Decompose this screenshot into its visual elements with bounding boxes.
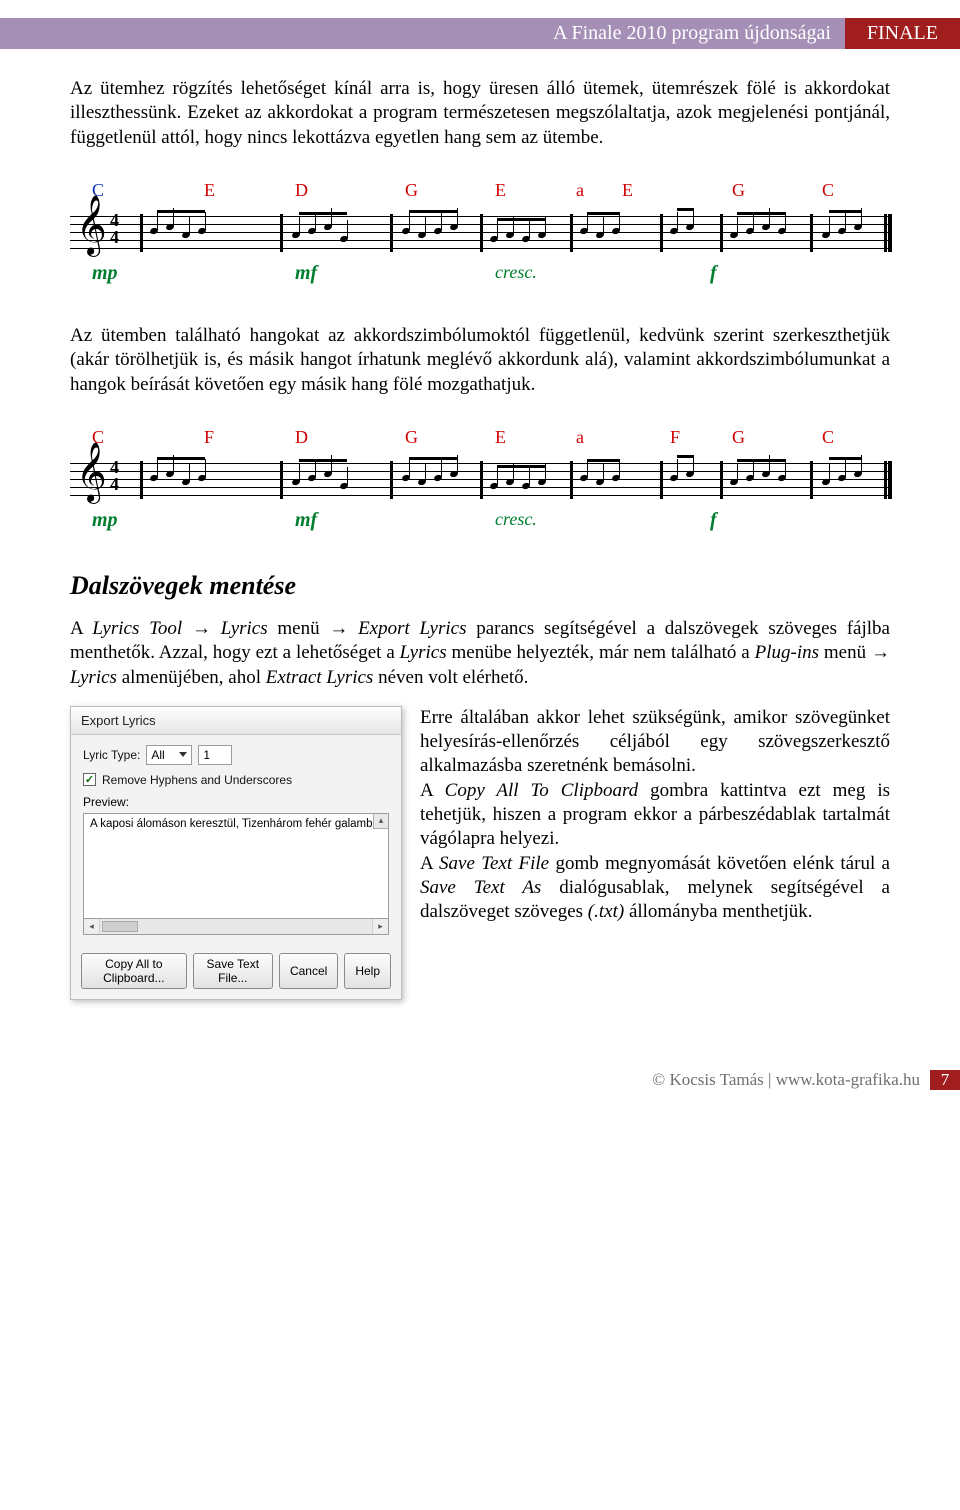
header-title: A Finale 2010 program újdonságai (0, 18, 845, 49)
chord-symbol: E (204, 180, 215, 201)
chord-symbol: E (495, 180, 506, 201)
paragraph-2: Az ütemben található hangokat az akkords… (70, 324, 890, 397)
footer-page-number: 7 (930, 1070, 960, 1090)
dynamic-marking: f (710, 262, 717, 285)
staff-2: 𝄞44 (70, 453, 890, 507)
help-button[interactable]: Help (344, 953, 391, 989)
preview-textarea[interactable]: A kaposi álomáson keresztül, Tizenhárom … (83, 813, 389, 919)
preview-text: A kaposi álomáson keresztül, Tizenhárom … (90, 818, 382, 830)
page-header: A Finale 2010 program újdonságai FINALE (0, 18, 960, 49)
dynamics-row-1: mp mf cresc. f (70, 262, 890, 286)
remove-hyphens-label: Remove Hyphens and Underscores (102, 773, 292, 787)
right-para-1: Erre általában akkor lehet szükségünk, a… (420, 706, 890, 779)
right-para-3: A Save Text File gomb megnyomását követő… (420, 852, 890, 925)
right-para-2: A Copy All To Clipboard gombra kattintva… (420, 779, 890, 852)
chord-symbol: D (295, 180, 308, 201)
dynamic-marking: cresc. (495, 509, 537, 530)
dynamic-marking: mp (92, 509, 118, 532)
lyric-number-input[interactable]: 1 (198, 745, 232, 765)
chord-symbol: F (670, 427, 680, 448)
chord-symbol: a (576, 180, 584, 201)
scroll-left-button[interactable]: ◂ (84, 919, 100, 934)
dynamic-marking: mf (295, 509, 317, 532)
cancel-button[interactable]: Cancel (279, 953, 338, 989)
chord-symbol: G (405, 427, 418, 448)
chord-symbol: a (576, 427, 584, 448)
chord-symbol: C (822, 180, 834, 201)
scroll-right-button[interactable]: ▸ (372, 919, 388, 934)
chord-symbol: E (622, 180, 633, 201)
dialog-title: Export Lyrics (71, 707, 401, 735)
chord-symbol: C (822, 427, 834, 448)
save-text-file-button[interactable]: Save Text File... (193, 953, 273, 989)
paragraph-3: A Lyrics Tool → Lyrics menü → Export Lyr… (70, 617, 890, 690)
chord-row-1: CEDGEaEGC (70, 180, 890, 202)
preview-label: Preview: (83, 795, 389, 809)
dynamic-marking: f (710, 509, 717, 532)
chord-symbol: G (732, 180, 745, 201)
page-footer: © Kocsis Tamás | www.kota-grafika.hu 7 (0, 1070, 960, 1114)
horizontal-scrollbar[interactable]: ◂ ▸ (83, 919, 389, 935)
remove-hyphens-checkbox[interactable]: ✓ (83, 773, 96, 786)
chord-row-2: CFDGEaFGC (70, 427, 890, 449)
header-brand: FINALE (845, 18, 960, 49)
staff-1: 𝄞44 (70, 206, 890, 260)
chevron-down-icon (179, 752, 187, 757)
scroll-up-button[interactable]: ▴ (373, 814, 388, 829)
lyric-type-label: Lyric Type: (83, 748, 140, 762)
scroll-track[interactable] (140, 919, 372, 934)
chord-symbol: G (405, 180, 418, 201)
paragraph-1: Az ütemhez rögzítés lehetőséget kínál ar… (70, 77, 890, 150)
dynamic-marking: cresc. (495, 262, 537, 283)
lyric-type-value: All (151, 748, 164, 762)
dynamics-row-2: mp mf cresc. f (70, 509, 890, 533)
music-example-1: CEDGEaEGC 𝄞44 mpmfcresc.f (70, 180, 890, 286)
dynamic-marking: mp (92, 262, 118, 285)
section-heading-lyrics-export: Dalszövegek mentése (70, 571, 890, 601)
export-lyrics-dialog: Export Lyrics Lyric Type: All 1 ✓ Remove… (70, 706, 402, 1000)
chord-symbol: F (204, 427, 214, 448)
chord-symbol: D (295, 427, 308, 448)
lyric-type-dropdown[interactable]: All (146, 745, 192, 765)
right-column-text: Erre általában akkor lehet szükségünk, a… (420, 706, 890, 1000)
music-example-2: CFDGEaFGC 𝄞44 mpmfcresc.f (70, 427, 890, 533)
chord-symbol: G (732, 427, 745, 448)
chord-symbol: E (495, 427, 506, 448)
dynamic-marking: mf (295, 262, 317, 285)
footer-text: © Kocsis Tamás | www.kota-grafika.hu (652, 1070, 920, 1090)
copy-all-to-clipboard-button[interactable]: Copy All to Clipboard... (81, 953, 187, 989)
scroll-thumb[interactable] (102, 921, 138, 932)
